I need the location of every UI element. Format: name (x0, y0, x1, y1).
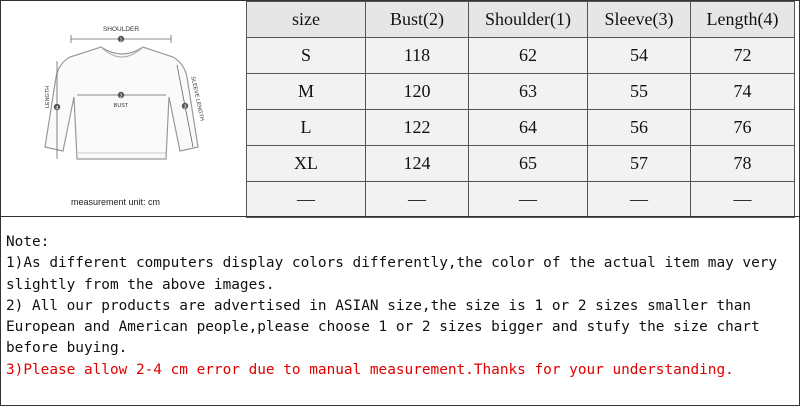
cell-size: M (246, 73, 366, 110)
cell-bust: 122 (365, 109, 469, 146)
cell-bust: 124 (365, 145, 469, 182)
cell-shoulder: — (468, 181, 588, 218)
header-sleeve: Sleeve(3) (587, 1, 691, 38)
cell-shoulder: 65 (468, 145, 588, 182)
cell-size: L (246, 109, 366, 146)
cell-sleeve: 57 (587, 145, 691, 182)
cell-shoulder: 62 (468, 37, 588, 74)
cell-shoulder: 63 (468, 73, 588, 110)
table-row: M 120 63 55 74 (246, 73, 795, 110)
cell-sleeve: — (587, 181, 691, 218)
table-row: XL 124 65 57 78 (246, 145, 795, 182)
cell-length: 74 (690, 73, 795, 110)
table-header-row: size Bust(2) Shoulder(1) Sleeve(3) Lengt… (246, 1, 795, 38)
header-shoulder: Shoulder(1) (468, 1, 588, 38)
note-asian-size: 2) All our products are advertised in AS… (6, 297, 760, 357)
cell-sleeve: 54 (587, 37, 691, 74)
cell-length: 78 (690, 145, 795, 182)
cell-length: 72 (690, 37, 795, 74)
notes-title: Note: (6, 234, 50, 250)
garment-diagram: SHOULDER 1 2 BUST 4 LENGTH 3 SLEEVE LENG… (1, 1, 246, 215)
header-size: size (246, 1, 366, 38)
note-measurement-error: 3)Please allow 2-4 cm error due to manua… (6, 361, 734, 378)
header-bust: Bust(2) (365, 1, 469, 38)
shoulder-label: SHOULDER (103, 26, 139, 33)
cell-size: S (246, 37, 366, 74)
bust-label: BUST (114, 103, 129, 109)
sweater-illustration: SHOULDER 1 2 BUST 4 LENGTH 3 SLEEVE LENG… (44, 26, 205, 160)
header-length: Length(4) (690, 1, 795, 38)
cell-shoulder: 64 (468, 109, 588, 146)
length-label: LENGTH (45, 86, 51, 108)
measurement-unit-caption: measurement unit: cm (71, 197, 161, 207)
cell-bust: 118 (365, 37, 469, 74)
marker-2: 2 (120, 93, 123, 99)
cell-length: 76 (690, 109, 795, 146)
size-table: size Bust(2) Shoulder(1) Sleeve(3) Lengt… (246, 1, 795, 218)
marker-1: 1 (120, 37, 123, 43)
table-row: L 122 64 56 76 (246, 109, 795, 146)
cell-bust: — (365, 181, 469, 218)
marker-4: 4 (56, 105, 59, 111)
cell-size: XL (246, 145, 366, 182)
cell-bust: 120 (365, 73, 469, 110)
cell-sleeve: 55 (587, 73, 691, 110)
note-color-disclaimer: 1)As different computers display colors … (6, 255, 778, 293)
table-row: — — — — — (246, 181, 795, 218)
cell-sleeve: 56 (587, 109, 691, 146)
cell-length: — (690, 181, 795, 218)
table-row: S 118 62 54 72 (246, 37, 795, 74)
marker-3: 3 (184, 104, 187, 110)
cell-size: — (246, 181, 366, 218)
notes-section: Note: 1)As different computers display c… (0, 216, 800, 381)
